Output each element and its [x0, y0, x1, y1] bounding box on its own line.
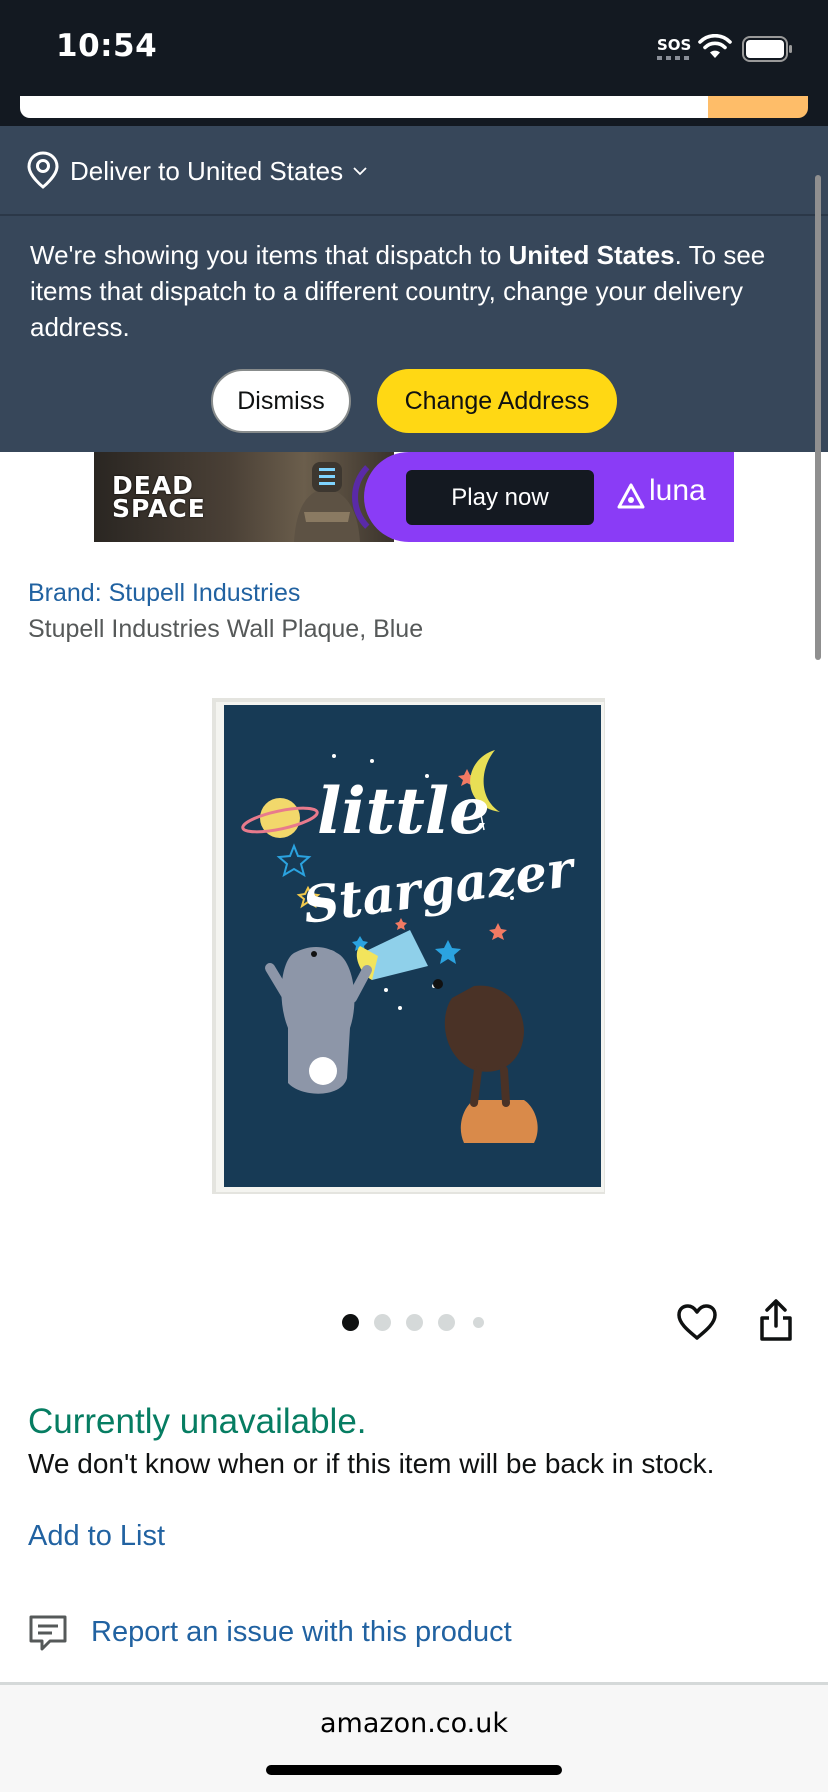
pager-dot[interactable] [405, 1313, 423, 1331]
availability-note: We don't know when or if this item will … [28, 1448, 715, 1479]
plaque-text-little: little [317, 774, 490, 849]
change-address-button[interactable]: Change Address [377, 369, 617, 433]
pager-dot[interactable] [472, 1316, 484, 1328]
scrollbar[interactable] [815, 175, 821, 660]
share-icon[interactable] [758, 1298, 794, 1342]
deliver-to-label[interactable]: Deliver to United States [70, 156, 343, 187]
pager-dot[interactable] [373, 1313, 391, 1331]
sos-indicator: SOS [657, 36, 692, 54]
pager-dot[interactable] [437, 1313, 455, 1331]
search-input[interactable] [20, 96, 710, 118]
play-now-button[interactable]: Play now [406, 470, 594, 525]
product-image[interactable]: little Stargazer [212, 698, 605, 1194]
heart-icon[interactable] [676, 1303, 718, 1341]
signal-dots-icon [657, 56, 689, 60]
wifi-icon [698, 34, 732, 58]
feedback-icon [29, 1615, 67, 1651]
chevron-down-icon [353, 167, 367, 176]
dispatch-notice-text: We're showing you items that dispatch to… [30, 240, 766, 342]
report-issue-link[interactable]: Report an issue with this product [91, 1616, 512, 1649]
location-pin-icon [27, 151, 59, 189]
ad-banner[interactable]: DEAD SPACE Play now luna [94, 452, 734, 542]
battery-icon [742, 36, 792, 62]
add-to-list-link[interactable]: Add to List [28, 1520, 165, 1553]
luna-brand-text: luna [649, 474, 706, 507]
product-title: Stupell Industries Wall Plaque, Blue [28, 615, 424, 643]
availability-status: Currently unavailable. [28, 1402, 367, 1441]
status-time: 10:54 [56, 28, 158, 64]
luna-logo-icon [617, 483, 645, 509]
url-text[interactable]: amazon.co.uk [0, 1708, 828, 1739]
dismiss-button[interactable]: Dismiss [211, 369, 351, 433]
search-submit-button[interactable] [708, 96, 808, 118]
brand-link[interactable]: Brand: Stupell Industries [28, 579, 300, 608]
ad-game-title: DEAD SPACE [112, 471, 206, 523]
pager-dot[interactable] [341, 1313, 359, 1331]
home-indicator[interactable] [266, 1765, 562, 1775]
